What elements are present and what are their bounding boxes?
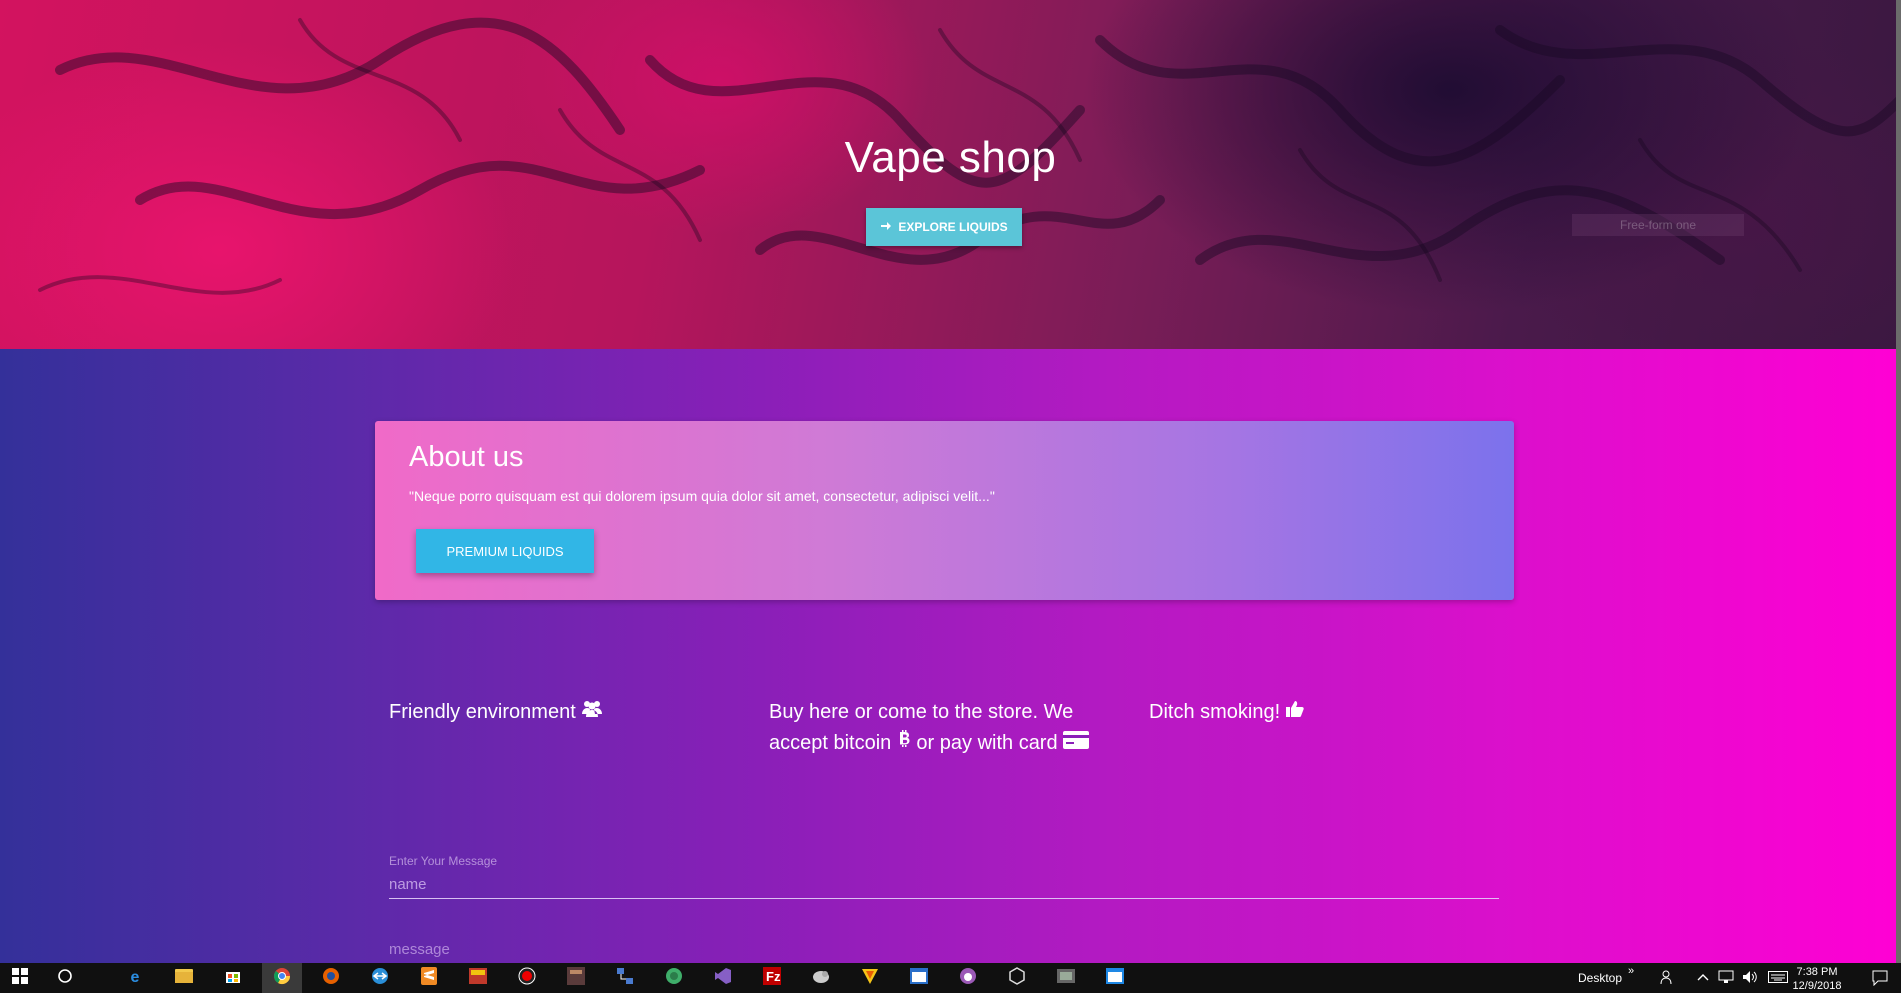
message-field[interactable] <box>389 937 1499 961</box>
message-form-label: Enter Your Message <box>389 854 498 868</box>
taskbar-visual-studio[interactable] <box>703 963 743 993</box>
app-icon <box>665 967 683 990</box>
cortana-button[interactable] <box>45 963 85 993</box>
taskbar-firefox[interactable] <box>311 963 351 993</box>
name-field[interactable] <box>389 870 1499 899</box>
window-icon <box>910 967 928 989</box>
taskbar-app-16[interactable] <box>850 963 890 993</box>
taskbar-file-explorer[interactable] <box>164 963 204 993</box>
app-icon <box>469 967 487 989</box>
chevrons-icon[interactable]: » <box>1628 965 1634 977</box>
window-icon <box>1106 967 1124 989</box>
users-icon <box>581 697 603 728</box>
people-icon[interactable] <box>1660 969 1676 988</box>
taskbar-app-10[interactable] <box>556 963 596 993</box>
thumbs-up-icon <box>1285 697 1304 728</box>
windows-icon <box>12 967 28 989</box>
svg-text:Fz: Fz <box>766 969 781 984</box>
taskbar-recorder[interactable] <box>507 963 547 993</box>
start-button[interactable] <box>0 963 40 993</box>
animal-icon <box>812 968 830 989</box>
bitcoin-icon <box>897 728 911 759</box>
taskbar-app-20[interactable] <box>1046 963 1086 993</box>
taskbar-app-18[interactable] <box>948 963 988 993</box>
taskbar-chrome[interactable] <box>262 963 302 993</box>
folder-icon <box>175 968 193 988</box>
credit-card-icon <box>1063 728 1090 759</box>
about-text: "Neque porro quisquam est qui dolorem ip… <box>409 488 995 504</box>
hero-section: Vape shop EXPLORE LIQUIDS Free-form one <box>0 0 1901 349</box>
taskbar-app-8[interactable] <box>458 963 498 993</box>
clock-time: 7:38 PM <box>1796 966 1838 978</box>
page-scrollbar[interactable] <box>1896 0 1901 963</box>
taskbar-app-21[interactable] <box>1095 963 1135 993</box>
app-icon <box>567 966 585 990</box>
taskbar-filezilla[interactable]: Fz <box>752 963 792 993</box>
feature-friendly-environment: Friendly environment <box>389 697 729 728</box>
premium-liquids-button[interactable]: PREMIUM LIQUIDS <box>416 529 594 573</box>
feature-ditch-smoking: Ditch smoking! <box>1149 697 1489 728</box>
desktop-toolbar-label[interactable]: Desktop <box>1578 971 1622 985</box>
page-title: Vape shop <box>844 133 1057 183</box>
cat-icon <box>959 967 977 990</box>
arrow-right-icon <box>880 220 892 235</box>
notification-icon[interactable] <box>1872 970 1888 989</box>
about-title: About us <box>409 441 524 473</box>
sublime-icon <box>421 966 437 990</box>
volume-icon[interactable] <box>1742 970 1758 987</box>
free-form-chip[interactable]: Free-form one <box>1572 214 1744 236</box>
app-icon <box>1057 968 1075 988</box>
taskbar-network-app[interactable] <box>605 963 645 993</box>
teamviewer-icon <box>371 967 389 990</box>
triangle-icon <box>861 967 879 990</box>
network-icon <box>616 967 634 990</box>
clock[interactable]: 7:38 PM 12/9/2018 <box>1782 965 1852 993</box>
taskbar-sublime[interactable] <box>409 963 449 993</box>
taskbar-unity[interactable] <box>997 963 1037 993</box>
taskbar-teamviewer[interactable] <box>360 963 400 993</box>
taskbar-app-17[interactable] <box>899 963 939 993</box>
about-card: About us "Neque porro quisquam est qui d… <box>375 421 1514 600</box>
unity-icon <box>1008 966 1026 990</box>
feature-label: Ditch smoking! <box>1149 701 1281 723</box>
firefox-icon <box>322 967 340 990</box>
taskbar: e Fz Desktop » 7:38 PM 12/9/2018 <box>0 963 1901 993</box>
record-icon <box>518 967 536 990</box>
network-tray-icon[interactable] <box>1718 970 1734 987</box>
explore-liquids-button[interactable]: EXPLORE LIQUIDS <box>866 208 1022 246</box>
feature-payment: Buy here or come to the store. We accept… <box>769 697 1109 759</box>
feature-label: or pay with card <box>916 732 1058 754</box>
visual-studio-icon <box>714 967 732 990</box>
chrome-icon <box>273 967 291 990</box>
taskbar-app-12[interactable] <box>654 963 694 993</box>
explore-liquids-label: EXPLORE LIQUIDS <box>898 220 1008 234</box>
store-bag-icon <box>225 968 241 989</box>
cortana-circle-icon <box>57 968 73 989</box>
taskbar-app-15[interactable] <box>801 963 841 993</box>
edge-icon: e <box>130 969 140 986</box>
main-section: About us "Neque porro quisquam est qui d… <box>0 349 1901 963</box>
taskbar-store[interactable] <box>213 963 253 993</box>
feature-label: Friendly environment <box>389 701 576 723</box>
filezilla-icon: Fz <box>763 966 781 990</box>
taskbar-edge[interactable]: e <box>115 963 155 993</box>
chevron-up-icon[interactable] <box>1697 969 1709 988</box>
clock-date: 12/9/2018 <box>1792 980 1842 992</box>
